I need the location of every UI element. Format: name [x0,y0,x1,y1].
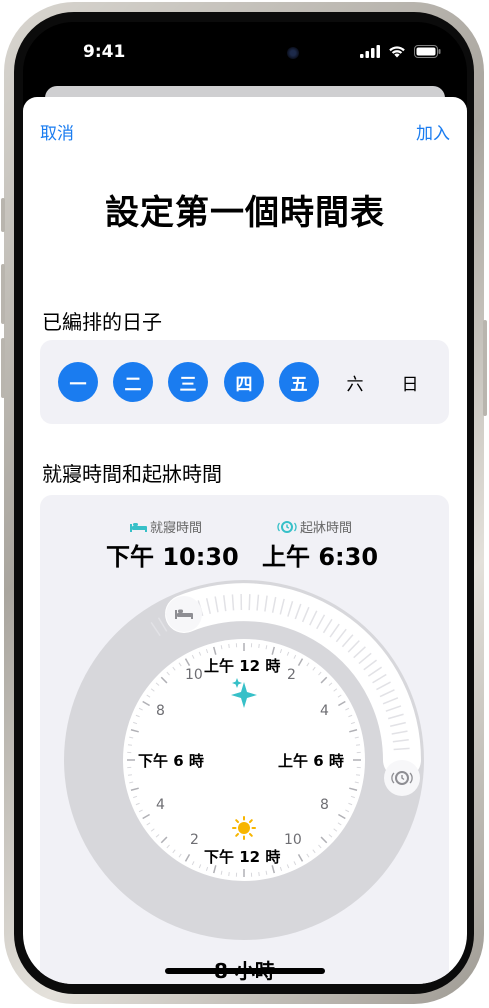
clock-tick [355,744,361,746]
clock-tick-label: 10 [185,667,203,683]
power-button [483,320,487,416]
arc-tick [248,594,251,611]
clock-label-left: 下午 6 時 [138,752,204,770]
day-label: 五 [290,374,308,395]
day-toggle-wed[interactable]: 三 [168,362,208,402]
day-toggle-thu[interactable]: 四 [224,362,264,402]
clock-label-right: 上午 6 時 [278,752,344,770]
cellular-signal-icon [360,45,380,58]
clock-tick [127,774,133,776]
schedule-card: 就寢時間 下午 10:30 起牀時間 上午 6:30 上午 12 時 下午 6 … [40,495,449,984]
day-toggle-tue[interactable]: 二 [113,362,153,402]
volume-up-button [1,264,5,324]
wifi-icon [389,46,405,58]
bedtime-handle[interactable] [166,596,202,632]
day-label: 日 [401,374,419,395]
clock-label-top: 上午 12 時 [204,657,281,675]
schedule-sheet: 取消 加入 設定第一個時間表 已編排的日子 一 二 三 四 五 六 日 就寢時間… [23,97,467,984]
action-button [1,198,5,232]
clock-tick [355,774,361,776]
day-label: 二 [124,374,142,395]
clock-tick [228,643,230,649]
clock-label-bottom: 下午 12 時 [204,848,281,866]
add-button[interactable]: 加入 [416,119,450,144]
schedule-section-label: 就寢時間和起牀時間 [42,462,222,486]
clock-tick [127,744,133,746]
days-selector: 一 二 三 四 五 六 日 [40,340,449,424]
clock-tick-label: 2 [190,832,199,848]
status-icons [360,45,441,58]
wake-handle[interactable] [384,760,420,796]
day-label: 一 [69,374,87,395]
day-label: 三 [179,374,197,395]
status-time: 9:41 [83,42,126,62]
home-indicator[interactable] [165,968,325,974]
screen: 9:41 取消 加入 設定第一個時間表 已編排的日子 一 二 三 四 五 六 日… [23,22,467,984]
page-title: 設定第一個時間表 [105,193,385,233]
day-toggle-sat[interactable]: 六 [335,362,375,402]
clock-tick-label: 8 [320,797,329,813]
sun-icon [232,816,256,840]
clock-tick-label: 10 [284,832,302,848]
clock-tick-label: 2 [287,667,296,683]
clock-tick-label: 4 [320,703,329,719]
clock-tick [258,643,260,649]
day-toggle-fri[interactable]: 五 [279,362,319,402]
day-label: 四 [235,374,253,395]
day-toggle-mon[interactable]: 一 [58,362,98,402]
battery-icon [414,45,441,58]
clock-tick-label: 8 [156,703,165,719]
sleep-schedule-dial [64,580,424,940]
camera-icon [287,47,299,59]
cancel-button[interactable]: 取消 [40,119,74,144]
volume-down-button [1,338,5,398]
days-section-label: 已編排的日子 [42,310,162,334]
clock-tick-label: 4 [156,797,165,813]
day-toggle-sun[interactable]: 日 [390,362,430,402]
day-label: 六 [346,374,364,395]
clock-tick [228,871,230,877]
clock-tick [258,871,260,877]
